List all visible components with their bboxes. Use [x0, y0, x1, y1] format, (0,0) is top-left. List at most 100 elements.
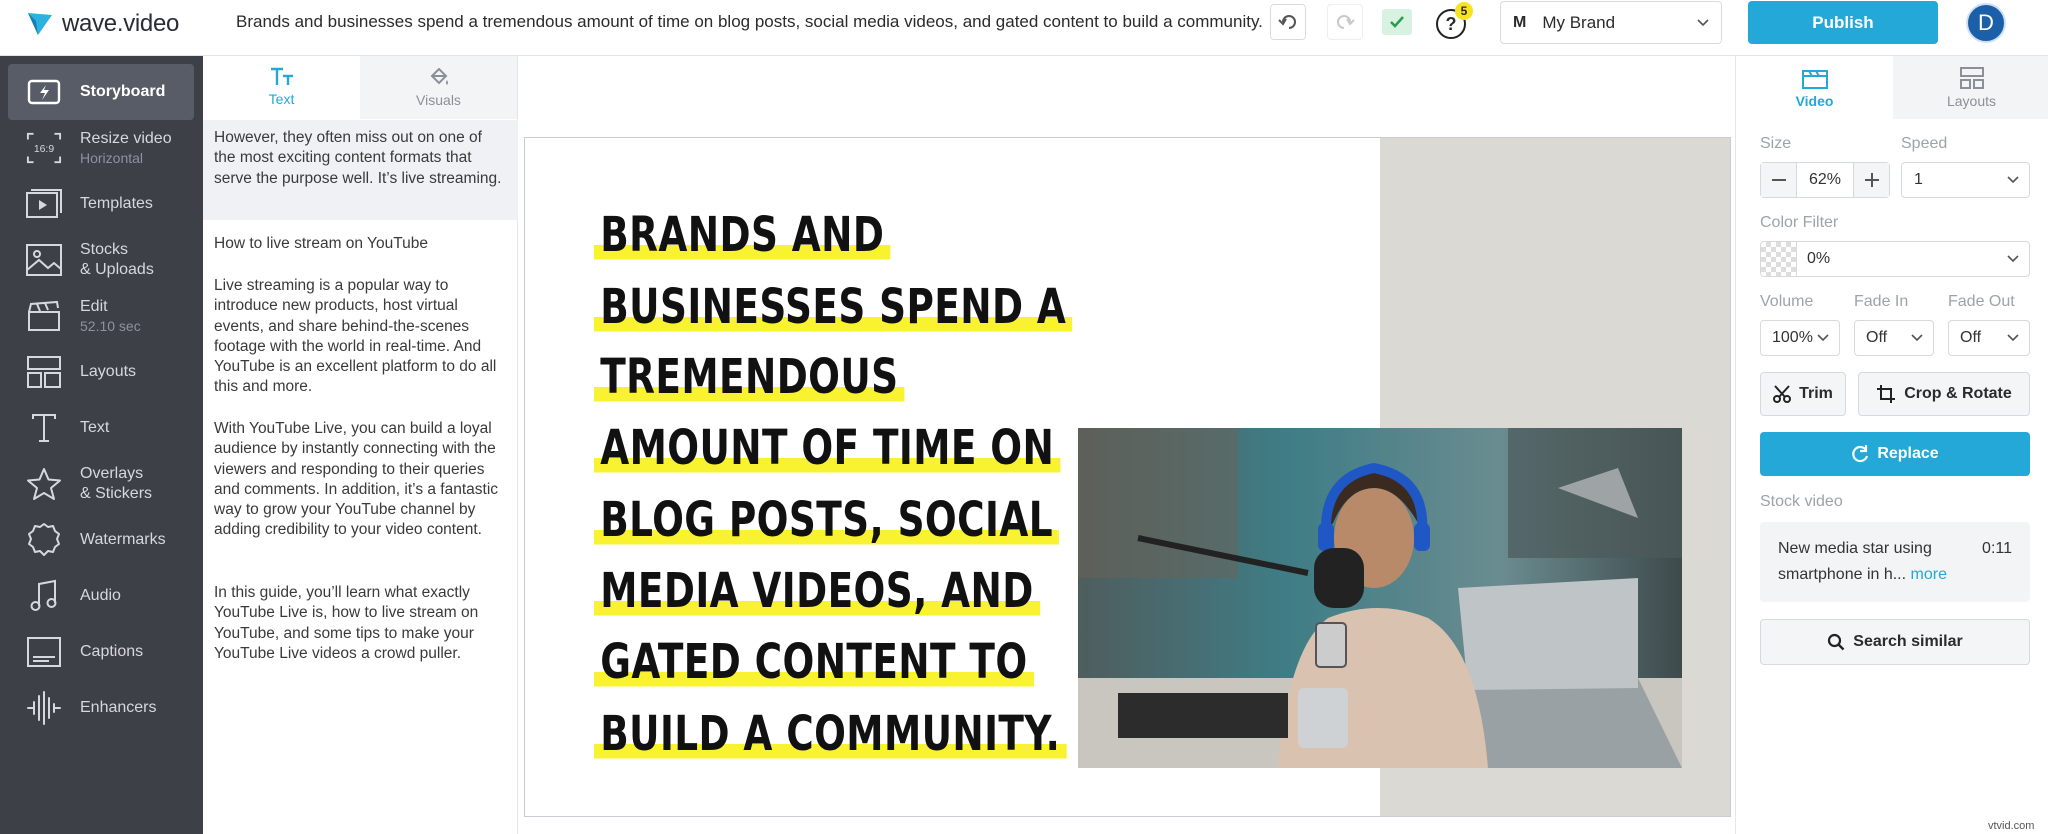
trim-label: Trim [1799, 385, 1833, 402]
plus-icon [1864, 173, 1879, 187]
size-decrease-button[interactable] [1761, 163, 1797, 197]
sidebar-item-storyboard[interactable]: Storyboard [8, 64, 194, 120]
text-paragraph[interactable]: How to live stream on YouTube [203, 234, 518, 254]
sidebar-item-enhancers[interactable]: Enhancers [8, 680, 194, 736]
check-icon [1390, 16, 1404, 28]
sidebar-item-resize[interactable]: 16:9 Resize video Horizontal [8, 120, 194, 176]
crop-rotate-button[interactable]: Crop & Rotate [1858, 372, 2030, 416]
tab-label: Video [1795, 92, 1834, 109]
help-badge: 5 [1455, 2, 1473, 20]
video-thumbnail-image [1078, 428, 1682, 768]
sidebar-item-layouts[interactable]: Layouts [8, 344, 194, 400]
captions-icon [26, 634, 62, 670]
left-sidebar: Storyboard 16:9 Resize video Horizontal T… [0, 56, 203, 834]
tab-label: Visuals [416, 91, 461, 108]
app-name: wave.video [62, 10, 180, 37]
publish-button[interactable]: Publish [1748, 1, 1938, 44]
headline-line[interactable]: TREMENDOUS [594, 349, 905, 405]
headline-line[interactable]: GATED CONTENT TO [594, 634, 1034, 690]
paint-bucket-icon [430, 67, 448, 85]
sidebar-item-text[interactable]: Text [8, 400, 194, 456]
speed-value: 1 [1914, 171, 1923, 188]
sidebar-label-2: & Uploads [80, 261, 154, 278]
sidebar-item-watermarks[interactable]: Watermarks [8, 512, 194, 568]
fade-out-label: Fade Out [1948, 293, 2015, 310]
crop-icon [1877, 385, 1896, 403]
sidebar-label: Templates [80, 195, 153, 212]
sidebar-label: Audio [80, 587, 121, 604]
video-tab-icon [1801, 69, 1828, 89]
sidebar-label: Layouts [80, 363, 137, 380]
app-logo[interactable]: wave.video [26, 10, 179, 38]
music-note-icon [26, 578, 62, 614]
resize-icon: 16:9 [26, 130, 62, 166]
question-icon: ? [1445, 13, 1457, 34]
saved-status[interactable] [1382, 9, 1412, 35]
project-title[interactable]: Brands and businesses spend a tremendous… [236, 12, 1263, 32]
tab-label: Text [268, 90, 295, 107]
size-value[interactable]: 62% [1797, 171, 1853, 189]
tab-video[interactable]: Video [1736, 56, 1893, 119]
headline-line[interactable]: AMOUNT OF TIME ON [594, 420, 1061, 476]
sidebar-item-overlays[interactable]: Overlays & Stickers [8, 456, 194, 512]
fade-in-select[interactable]: Off [1854, 320, 1934, 356]
text-panel: Text Visuals However, they often miss ou… [203, 56, 518, 834]
headline-line[interactable]: BUSINESSES SPEND A [594, 279, 1073, 335]
stock-video-duration: 0:11 [1982, 540, 2012, 557]
minus-icon [1771, 179, 1786, 181]
chevron-down-icon [1911, 334, 1923, 342]
stock-video-card: New media star using smartphone in h... … [1760, 522, 2030, 602]
more-link[interactable]: more [1911, 566, 1947, 583]
headline-line[interactable]: MEDIA VIDEOS, AND [594, 563, 1040, 619]
fade-in-label: Fade In [1854, 293, 1909, 310]
undo-button[interactable] [1270, 4, 1306, 40]
sidebar-item-stocks[interactable]: Stocks & Uploads [8, 232, 194, 288]
sidebar-label: Edit [80, 298, 108, 315]
text-paragraph[interactable]: With YouTube Live, you can build a loyal… [203, 419, 518, 541]
redo-button[interactable] [1327, 4, 1363, 40]
checker-swatch-icon [1761, 242, 1797, 276]
brand-selector[interactable]: M My Brand [1500, 1, 1722, 44]
search-similar-button[interactable]: Search similar [1760, 619, 2030, 665]
user-avatar[interactable]: D [1966, 3, 2006, 43]
text-tt-icon [270, 67, 293, 85]
chevron-down-icon [1817, 334, 1829, 342]
sidebar-label: Watermarks [80, 531, 166, 548]
sidebar-label: Resize video [80, 130, 172, 147]
tab-text[interactable]: Text [203, 56, 360, 119]
sidebar-item-captions[interactable]: Captions [8, 624, 194, 680]
chevron-down-icon [2007, 334, 2019, 342]
headline-line[interactable]: BRANDS AND [594, 207, 891, 263]
tab-visuals[interactable]: Visuals [360, 56, 517, 119]
volume-label: Volume [1760, 293, 1814, 310]
color-filter-select[interactable]: 0% [1760, 241, 2030, 277]
sidebar-sublabel: 52.10 sec [80, 318, 141, 334]
replace-button[interactable]: Replace [1760, 432, 2030, 476]
search-similar-label: Search similar [1853, 633, 1963, 650]
sidebar-item-audio[interactable]: Audio [8, 568, 194, 624]
sidebar-item-edit[interactable]: Edit 52.10 sec [8, 288, 194, 344]
trim-button[interactable]: Trim [1760, 372, 1846, 416]
layouts-icon [26, 354, 62, 390]
text-paragraph[interactable]: In this guide, you’ll learn what exactly… [203, 583, 518, 664]
color-filter-value: 0% [1807, 250, 1831, 267]
size-increase-button[interactable] [1853, 163, 1889, 197]
volume-select[interactable]: 100% [1760, 320, 1840, 356]
crop-rotate-label: Crop & Rotate [1904, 385, 2012, 402]
layouts-tab-icon [1959, 66, 1984, 89]
refresh-icon [1852, 445, 1869, 463]
brand-initial: M [1513, 13, 1527, 31]
stock-video-preview[interactable] [1078, 428, 1682, 768]
sidebar-label-2: & Stickers [80, 485, 153, 502]
fade-in-value: Off [1866, 329, 1888, 346]
watermark-icon [26, 522, 62, 558]
fade-out-select[interactable]: Off [1948, 320, 2030, 356]
text-paragraph[interactable]: Live streaming is a popular way to intro… [203, 276, 518, 398]
headline-line[interactable]: BUILD A COMMUNITY. [594, 706, 1067, 762]
sidebar-item-templates[interactable]: Templates [8, 176, 194, 232]
text-paragraph-selected[interactable]: However, they often miss out on one of t… [203, 120, 518, 220]
headline-line[interactable]: BLOG POSTS, SOCIAL [594, 492, 1060, 548]
tab-layouts[interactable]: Layouts [1893, 56, 2048, 119]
speed-select[interactable]: 1 [1901, 162, 2030, 198]
chevron-down-icon [2007, 176, 2019, 184]
